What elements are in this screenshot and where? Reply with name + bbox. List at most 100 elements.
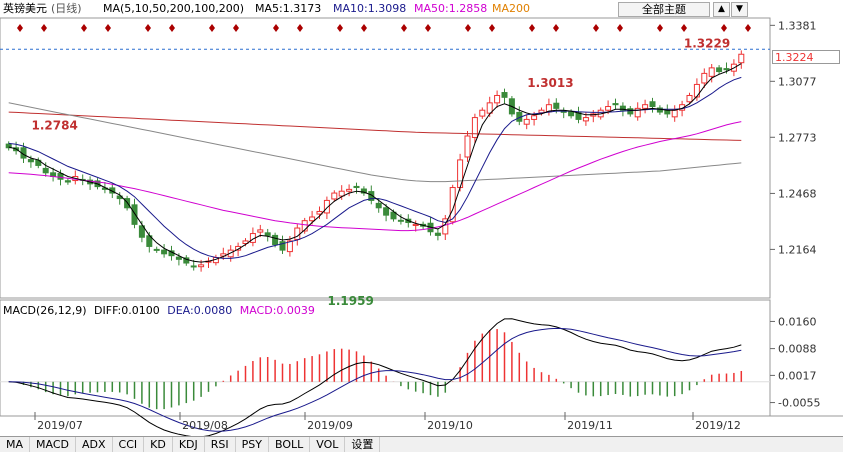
candle-body — [27, 159, 34, 163]
indicator-tab-5[interactable]: KDJ — [173, 437, 205, 452]
candle-body — [582, 117, 589, 122]
candle-body — [642, 104, 649, 109]
candle-body — [412, 223, 419, 226]
candle-body — [264, 232, 271, 236]
event-marker-icon — [361, 24, 367, 32]
ma5-line — [8, 63, 742, 263]
candle-body — [346, 188, 353, 192]
indicator-tab-bar: MA MACD ADX CCI KD KDJ RSI PSY BOLL VOL 设置 — [0, 436, 843, 452]
header-bar: 英镑美元 (日线) MA(5,10,50,200,100,200) MA5:1.… — [0, 0, 843, 18]
ma100-line — [8, 102, 742, 183]
event-marker-icon — [17, 24, 23, 32]
price-tick-label: 1.3381 — [778, 19, 817, 32]
price-panel-frame — [0, 17, 771, 299]
indicator-tab-10[interactable]: 设置 — [345, 437, 381, 452]
candle-body — [471, 117, 478, 138]
indicator-tab-0[interactable]: MA — [0, 437, 31, 452]
ma200-line — [8, 111, 742, 141]
symbol-title: 英镑美元 — [3, 2, 47, 15]
event-marker-icon — [465, 24, 471, 32]
current-price-tag: 1.3224 — [772, 50, 840, 64]
candle-body — [434, 232, 441, 236]
event-marker-icon — [721, 24, 727, 32]
candle-body — [738, 53, 745, 64]
event-marker-icon — [41, 24, 47, 32]
event-marker-icon — [273, 24, 279, 32]
event-marker-icon — [657, 24, 663, 32]
candle-body — [494, 94, 501, 104]
ma10-line — [8, 76, 742, 259]
date-tick-label: 2019/08 — [182, 419, 228, 432]
candle-body — [568, 111, 575, 117]
event-marker-icon — [745, 24, 751, 32]
date-tick-label: 2019/11 — [567, 419, 613, 432]
event-marker-icon — [617, 24, 623, 32]
macd-title: MACD(26,12,9) — [3, 304, 87, 317]
candle-body — [693, 83, 700, 98]
event-marker-icon — [81, 24, 87, 32]
date-tick-label: 2019/09 — [307, 419, 353, 432]
candle-body — [716, 67, 723, 73]
candle-body — [294, 227, 301, 240]
candle-body — [131, 204, 138, 225]
candle-body — [605, 106, 612, 111]
macd-diff-value: DIFF:0.0100 — [94, 304, 160, 317]
candle-body — [649, 101, 656, 108]
candle-body — [553, 102, 560, 109]
ma5-value: MA5:1.3173 — [255, 2, 322, 15]
candle-body — [397, 219, 404, 222]
ma10-value: MA10:1.3098 — [333, 2, 407, 15]
price-annotation: 1.2784 — [32, 118, 78, 132]
candle-body — [612, 103, 619, 106]
indicator-tab-7[interactable]: PSY — [236, 437, 269, 452]
candle-body — [531, 115, 538, 120]
scroll-down-button[interactable]: ▼ — [731, 2, 748, 17]
event-marker-icon — [489, 24, 495, 32]
candle-body — [464, 135, 471, 158]
macd-diff-line — [8, 318, 742, 438]
period-label[interactable]: (日线) — [51, 0, 82, 18]
indicator-tab-9[interactable]: VOL — [310, 437, 346, 452]
scroll-up-button[interactable]: ▲ — [713, 2, 730, 17]
event-marker-icon — [145, 24, 151, 32]
date-tick-label: 2019/10 — [427, 419, 473, 432]
event-marker-icon — [401, 24, 407, 32]
indicator-tab-4[interactable]: KD — [144, 437, 173, 452]
indicator-tab-3[interactable]: CCI — [113, 437, 145, 452]
candle-body — [331, 192, 338, 200]
price-tick-label: 1.2468 — [778, 187, 817, 200]
candle-body — [353, 185, 360, 189]
candle-body — [708, 67, 715, 77]
event-marker-icon — [553, 24, 559, 32]
indicator-tab-6[interactable]: RSI — [205, 437, 236, 452]
candle-body — [198, 264, 205, 268]
candle-body — [723, 68, 730, 71]
event-marker-icon — [169, 24, 175, 32]
event-marker-icon — [593, 24, 599, 32]
date-tick-label: 2019/07 — [37, 419, 83, 432]
macd-dea-value: DEA:0.0080 — [167, 304, 233, 317]
candle-body — [686, 94, 693, 103]
candle-body — [42, 167, 49, 174]
candle-body — [57, 173, 64, 180]
event-marker-icon — [529, 24, 535, 32]
date-tick-label: 2019/12 — [695, 419, 741, 432]
macd-tick-label: -0.0055 — [778, 397, 820, 410]
candle-body — [664, 110, 671, 115]
event-marker-icon — [337, 24, 343, 32]
indicator-tab-1[interactable]: MACD — [30, 437, 76, 452]
price-tick-label: 1.2164 — [778, 243, 817, 256]
candle-body — [153, 248, 160, 251]
macd-tick-label: 0.0088 — [778, 343, 817, 356]
event-marker-icon — [233, 24, 239, 32]
indicator-tab-8[interactable]: BOLL — [269, 437, 311, 452]
candle-body — [309, 216, 316, 222]
price-annotation: 1.1959 — [328, 294, 374, 308]
event-marker-icon — [209, 24, 215, 32]
indicator-tab-2[interactable]: ADX — [76, 437, 113, 452]
theme-dropdown[interactable]: 全部主题 — [618, 2, 710, 17]
event-marker-icon — [297, 24, 303, 32]
event-marker-icon — [105, 24, 111, 32]
candle-body — [375, 202, 382, 209]
candle-body — [338, 190, 345, 197]
